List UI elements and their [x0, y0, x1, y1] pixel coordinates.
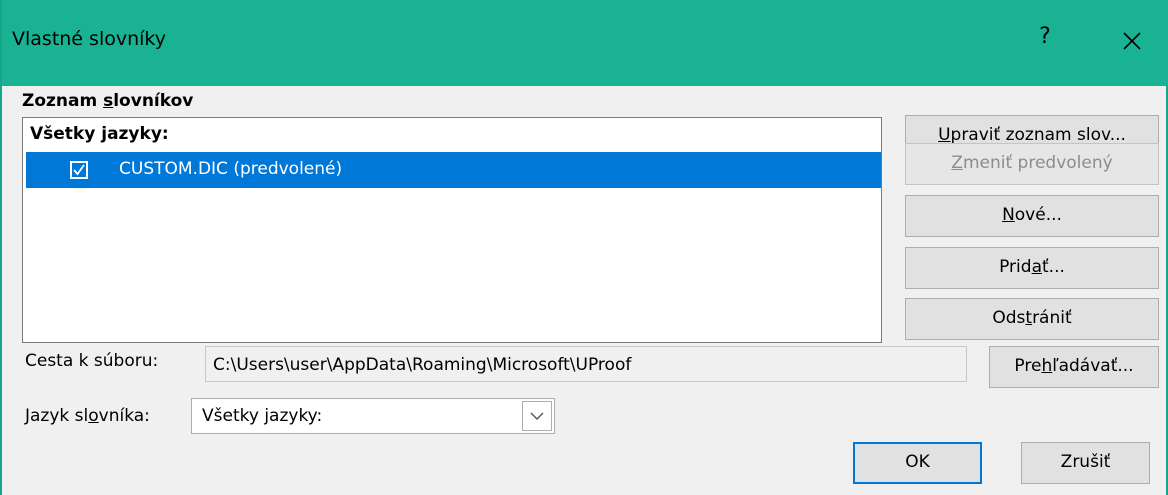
browse-button[interactable]: Prehľadávať... [989, 346, 1159, 388]
remove-dictionary-button[interactable]: Odstrániť [905, 298, 1159, 340]
close-button[interactable] [1115, 24, 1149, 58]
list-item-label: CUSTOM.DIC (predvolené) [119, 159, 343, 179]
custom-dictionaries-dialog: Vlastné slovníky ? Zoznam slovníkov Všet… [0, 0, 1168, 495]
ok-button[interactable]: OK [853, 442, 982, 484]
file-path-label: Cesta k súboru: [25, 351, 159, 371]
new-dictionary-button[interactable]: Nové... [905, 195, 1159, 237]
close-icon [1123, 32, 1141, 50]
dropdown-button[interactable] [522, 401, 552, 431]
list-item[interactable]: CUSTOM.DIC (predvolené) [26, 152, 881, 188]
dictionary-language-label: Jazyk slovníka: [25, 406, 150, 426]
dictionary-listbox[interactable]: Všetky jazyky: CUSTOM.DIC (predvolené) [22, 117, 882, 343]
dictionary-language-select[interactable]: Všetky jazyky: [191, 398, 555, 434]
dictionary-checkbox[interactable] [70, 161, 88, 179]
dictionary-language-value: Všetky jazyky: [202, 406, 323, 426]
title-bar: Vlastné slovníky ? [2, 0, 1168, 86]
cancel-button[interactable]: Zrušiť [1021, 442, 1150, 484]
file-path-field: C:\Users\user\AppData\Roaming\Microsoft\… [205, 346, 967, 382]
add-dictionary-button[interactable]: Pridať... [905, 247, 1159, 289]
list-group-header: Všetky jazyky: [30, 124, 169, 144]
change-default-button[interactable]: Zmeniť predvolený [905, 143, 1159, 185]
dialog-title: Vlastné slovníky [12, 28, 166, 50]
checkmark-icon [73, 164, 85, 176]
dictionary-list-label: Zoznam slovníkov [22, 91, 194, 111]
chevron-down-icon [530, 412, 544, 420]
help-button[interactable]: ? [1033, 24, 1057, 49]
